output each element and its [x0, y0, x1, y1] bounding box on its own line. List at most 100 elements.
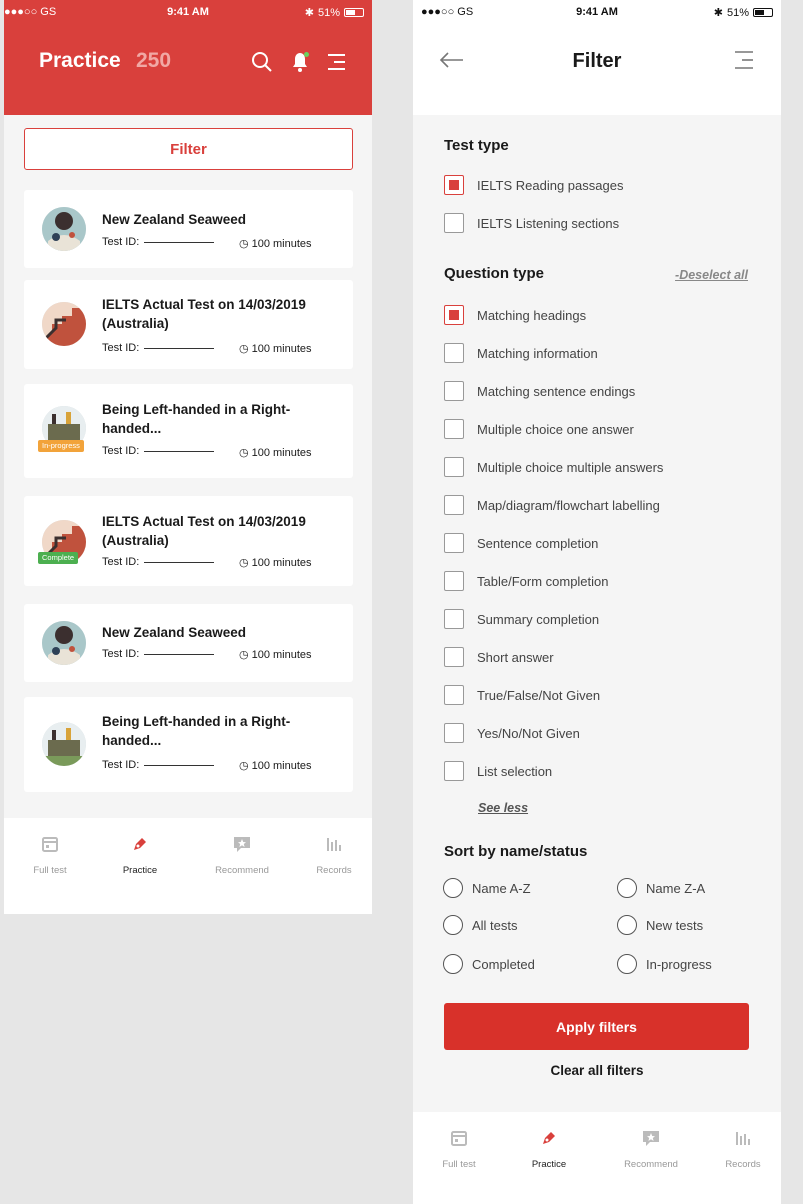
tab-recommend[interactable]: Recommend: [202, 834, 282, 876]
question-type-option[interactable]: Table/Form completion: [444, 571, 609, 591]
question-type-option[interactable]: List selection: [444, 761, 552, 781]
calendar-icon: [451, 1131, 467, 1146]
checkbox[interactable]: [444, 761, 464, 781]
radio-button[interactable]: [617, 915, 637, 935]
status-badge: Complete: [38, 552, 79, 564]
question-type-option[interactable]: Matching information: [444, 343, 598, 363]
battery-icon: [344, 8, 364, 17]
question-type-option[interactable]: Summary completion: [444, 609, 599, 629]
checkbox[interactable]: [444, 571, 464, 591]
test-card[interactable]: Complete IELTS Actual Test on 14/03/2019…: [24, 496, 353, 586]
test-duration: ◷ 100 minutes: [239, 237, 312, 251]
clock-icon: ◷: [239, 557, 249, 569]
checkbox[interactable]: [444, 457, 464, 477]
checkbox[interactable]: [444, 419, 464, 439]
bar-chart-icon: [327, 838, 341, 851]
bar-chart-icon: [736, 1132, 750, 1145]
sort-option[interactable]: All tests: [443, 915, 518, 935]
battery-icon: [753, 8, 773, 17]
radio-button[interactable]: [617, 954, 637, 974]
checkbox[interactable]: [444, 381, 464, 401]
sort-option[interactable]: New tests: [617, 915, 703, 935]
question-type-option[interactable]: Matching sentence endings: [444, 381, 635, 401]
deselect-all-link[interactable]: -Deselect all: [675, 268, 748, 282]
radio-button[interactable]: [443, 954, 463, 974]
apply-filters-button[interactable]: Apply filters: [444, 1003, 749, 1050]
test-thumbnail: [42, 722, 86, 766]
tab-practice[interactable]: Practice: [509, 1128, 589, 1170]
tab-full-test[interactable]: Full test: [419, 1128, 499, 1170]
test-card[interactable]: IELTS Actual Test on 14/03/2019 (Austral…: [24, 280, 353, 369]
radio-button[interactable]: [617, 878, 637, 898]
clock-icon: ◷: [239, 447, 249, 459]
search-icon[interactable]: [250, 50, 274, 74]
test-duration: ◷ 100 minutes: [239, 342, 312, 356]
bluetooth-icon: ✱: [713, 7, 723, 19]
filter-header: ●●●○○ GS 9:41 AM ✱ 51% Filter: [413, 0, 781, 115]
sort-option[interactable]: In-progress: [617, 954, 712, 974]
filter-screen: ●●●○○ GS 9:41 AM ✱ 51% Filter Test type …: [413, 0, 781, 1204]
test-id: Test ID:: [102, 236, 215, 248]
checkbox[interactable]: [444, 723, 464, 743]
checkbox[interactable]: [444, 175, 464, 195]
checkbox[interactable]: [444, 343, 464, 363]
checkbox[interactable]: [444, 685, 464, 705]
question-type-option[interactable]: Sentence completion: [444, 533, 598, 553]
test-card[interactable]: In-progress Being Left-handed in a Right…: [24, 384, 353, 478]
see-less-link[interactable]: See less: [478, 801, 528, 815]
question-type-option[interactable]: True/False/Not Given: [444, 685, 600, 705]
checkbox[interactable]: [444, 647, 464, 667]
test-card[interactable]: New Zealand Seaweed Test ID: ◷ 100 minute…: [24, 190, 353, 268]
question-type-option[interactable]: Short answer: [444, 647, 554, 667]
question-type-option[interactable]: Multiple choice multiple answers: [444, 457, 663, 477]
clock-icon: ◷: [239, 649, 249, 661]
tab-full-test[interactable]: Full test: [10, 834, 90, 876]
test-title: Being Left-handed in a Right-handed...: [102, 714, 291, 748]
test-id: Test ID:: [102, 556, 215, 568]
question-type-option[interactable]: Matching headings: [444, 305, 586, 325]
test-card[interactable]: Being Left-handed in a Right-handed... T…: [24, 697, 353, 792]
sort-heading: Sort by name/status: [444, 843, 588, 860]
test-duration: ◷ 100 minutes: [239, 759, 312, 773]
status-badge: In-progress: [38, 440, 84, 452]
checkbox[interactable]: [444, 213, 464, 233]
tab-bar: Full test Practice Recommend Records: [413, 1112, 781, 1204]
sort-option[interactable]: Completed: [443, 954, 535, 974]
clock-icon: ◷: [239, 343, 249, 355]
question-type-option[interactable]: Map/diagram/flowchart labelling: [444, 495, 660, 515]
checkbox[interactable]: [444, 533, 464, 553]
tab-records[interactable]: Records: [703, 1128, 781, 1170]
tab-practice[interactable]: Practice: [100, 834, 180, 876]
clock-icon: ◷: [239, 760, 249, 772]
checkbox[interactable]: [444, 495, 464, 515]
test-id: Test ID:: [102, 648, 215, 660]
pen-icon: [134, 838, 146, 850]
test-type-option[interactable]: IELTS Listening sections: [444, 213, 619, 233]
question-type-option[interactable]: Yes/No/Not Given: [444, 723, 580, 743]
question-type-option[interactable]: Multiple choice one answer: [444, 419, 634, 439]
battery-indicator: ✱ 51%: [305, 6, 364, 19]
test-title: Being Left-handed in a Right-handed...: [102, 402, 291, 436]
test-type-option[interactable]: IELTS Reading passages: [444, 175, 623, 195]
sort-option[interactable]: Name A-Z: [443, 878, 531, 898]
test-title: New Zealand Seaweed: [102, 212, 247, 227]
menu-icon[interactable]: [324, 50, 348, 74]
test-duration: ◷ 100 minutes: [239, 446, 312, 460]
test-thumbnail: [42, 621, 86, 665]
tab-records[interactable]: Records: [294, 834, 372, 876]
tab-recommend[interactable]: Recommend: [611, 1128, 691, 1170]
sort-option[interactable]: Name Z-A: [617, 878, 705, 898]
menu-icon[interactable]: [733, 50, 755, 70]
filter-button[interactable]: Filter: [24, 128, 353, 170]
clear-all-filters-button[interactable]: Clear all filters: [413, 1063, 781, 1078]
test-card[interactable]: New Zealand Seaweed Test ID: ◷ 100 minute…: [24, 604, 353, 682]
checkbox[interactable]: [444, 609, 464, 629]
bluetooth-icon: ✱: [304, 7, 314, 19]
page-title: Filter: [572, 50, 622, 72]
calendar-icon: [42, 837, 58, 852]
battery-percent: 51%: [317, 6, 340, 19]
radio-button[interactable]: [443, 878, 463, 898]
checkbox[interactable]: [444, 305, 464, 325]
bell-icon[interactable]: [288, 50, 312, 74]
radio-button[interactable]: [443, 915, 463, 935]
